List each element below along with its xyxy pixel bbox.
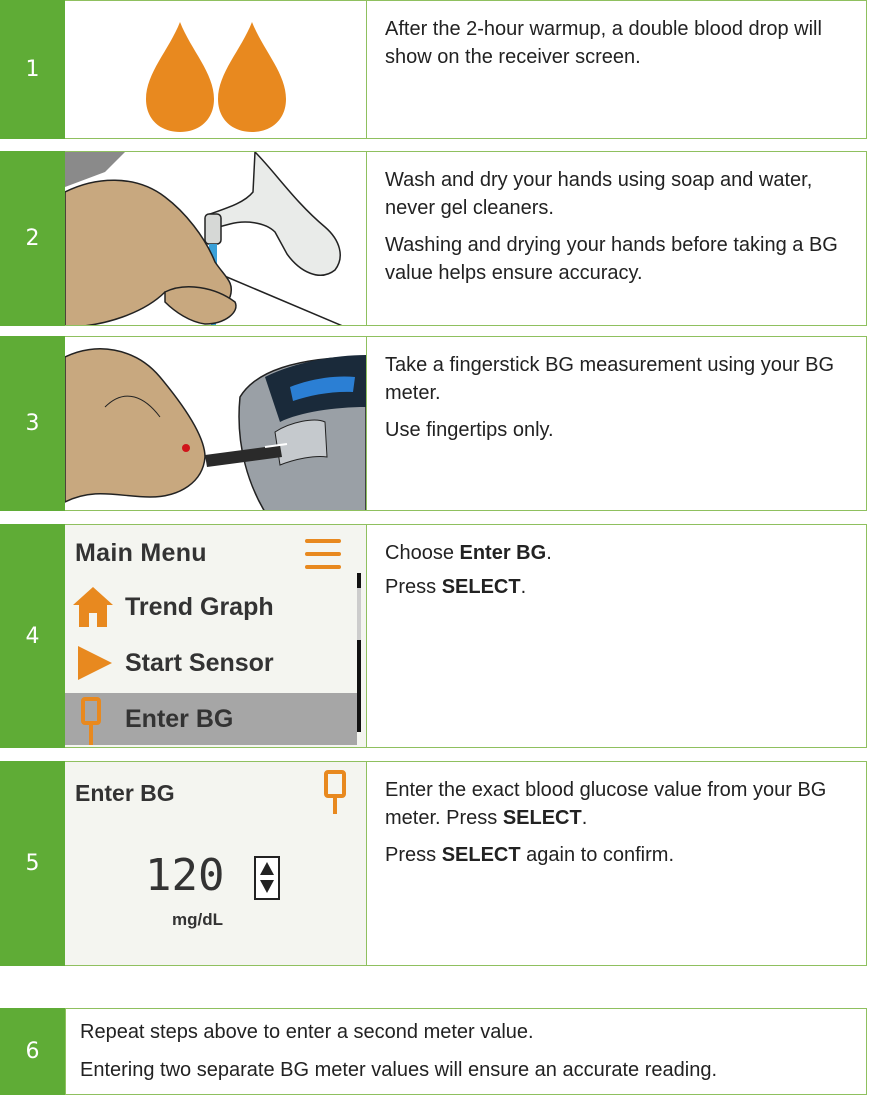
- step-paragraph: Wash and dry your hands using soap and w…: [385, 169, 813, 219]
- step-1: 1 After the 2-hour warmup, a double bloo…: [0, 0, 869, 139]
- step-number: 1: [0, 0, 65, 139]
- menu-title: Main Menu: [75, 539, 207, 567]
- step-number: 2: [0, 151, 65, 326]
- step-paragraph: Entering two separate BG meter values wi…: [80, 1059, 718, 1081]
- text-span: again to confirm.: [520, 844, 675, 866]
- arrow-up-icon: [260, 862, 274, 875]
- hand-washing-illustration: [65, 151, 366, 326]
- step-number: 3: [0, 336, 65, 511]
- step-number: 4: [0, 524, 65, 748]
- receiver-screen: Main Menu Trend Graph Start Sensor Enter…: [65, 525, 366, 747]
- fingerstick-illustration: [65, 336, 366, 511]
- blood-meter-icon: [81, 697, 101, 745]
- menu-item-label: Trend Graph: [125, 592, 274, 621]
- bg-value: 120: [145, 850, 225, 901]
- play-icon: [78, 646, 112, 680]
- receiver-screen: Enter BG 120 mg/dL: [65, 762, 366, 965]
- step-text: Wash and dry your hands using soap and w…: [366, 151, 867, 326]
- step-5: 5 Enter BG 120 mg/dL Enter the exact blo…: [0, 761, 869, 966]
- scrollbar-thumb: [357, 588, 361, 640]
- text-span: Enter the exact blood glucose value from…: [385, 779, 827, 829]
- step-image: [65, 0, 366, 139]
- step-paragraph: Enter the exact blood glucose value from…: [385, 776, 848, 832]
- home-icon: [73, 587, 113, 627]
- fingerstick-meter-image: [65, 337, 366, 510]
- step-text: Enter the exact blood glucose value from…: [366, 761, 867, 966]
- step-paragraph: Press SELECT again to confirm.: [385, 841, 848, 869]
- text-span: .: [546, 542, 552, 564]
- text-span: Choose: [385, 542, 460, 564]
- step-paragraph: After the 2-hour warmup, a double blood …: [385, 18, 822, 68]
- text-span: Press: [385, 844, 442, 866]
- screen-title: Enter BG: [75, 780, 175, 806]
- step-text: Take a fingerstick BG measurement using …: [366, 336, 867, 511]
- step-number: 5: [0, 761, 65, 966]
- text-span: Press: [385, 576, 442, 598]
- menu-icon: [305, 539, 341, 569]
- arrow-down-icon: [260, 880, 274, 893]
- step-paragraph: Take a fingerstick BG measurement using …: [385, 354, 835, 404]
- step-paragraph: Press SELECT.: [385, 573, 848, 601]
- step-text: Repeat steps above to enter a second met…: [65, 1008, 867, 1095]
- bold-span: SELECT: [441, 576, 521, 598]
- double-blood-drop-icon: [146, 22, 286, 132]
- text-span: .: [581, 807, 588, 829]
- menu-item-label: Start Sensor: [125, 648, 274, 677]
- menu-item-start-sensor: Start Sensor: [65, 637, 357, 689]
- step-2: 2 Wash and dry your hands using soap and…: [0, 151, 869, 326]
- bold-span: Enter BG: [459, 542, 547, 564]
- bold-span: SELECT: [441, 844, 521, 866]
- step-text: After the 2-hour warmup, a double blood …: [366, 0, 867, 139]
- menu-item-trend-graph: Trend Graph: [65, 581, 357, 633]
- step-number: 6: [0, 1008, 65, 1095]
- bold-span: SELECT: [502, 807, 582, 829]
- step-paragraph: Use fingertips only.: [385, 419, 554, 441]
- step-paragraph: Choose Enter BG.: [385, 539, 848, 567]
- menu-item-enter-bg: Enter BG: [65, 693, 357, 745]
- step-6: 6 Repeat steps above to enter a second m…: [0, 1008, 869, 1095]
- step-paragraph: Washing and drying your hands before tak…: [385, 234, 838, 284]
- faucet-hands-image: [65, 152, 366, 325]
- step-text: Choose Enter BG. Press SELECT.: [366, 524, 867, 748]
- text-span: .: [520, 576, 527, 598]
- bg-unit: mg/dL: [172, 910, 223, 929]
- menu-item-label: Enter BG: [125, 704, 234, 733]
- blood-meter-icon: [324, 770, 346, 814]
- step-4: 4 Main Menu Trend Graph Start Sensor Ent…: [0, 524, 869, 748]
- step-3: 3 Take a fingerstick BG measurement usin…: [0, 336, 869, 511]
- receiver-enter-bg-screen: Enter BG 120 mg/dL: [65, 761, 366, 966]
- step-paragraph: Repeat steps above to enter a second met…: [80, 1021, 534, 1043]
- value-stepper: [254, 856, 280, 900]
- receiver-main-menu-screen: Main Menu Trend Graph Start Sensor Enter…: [65, 524, 366, 748]
